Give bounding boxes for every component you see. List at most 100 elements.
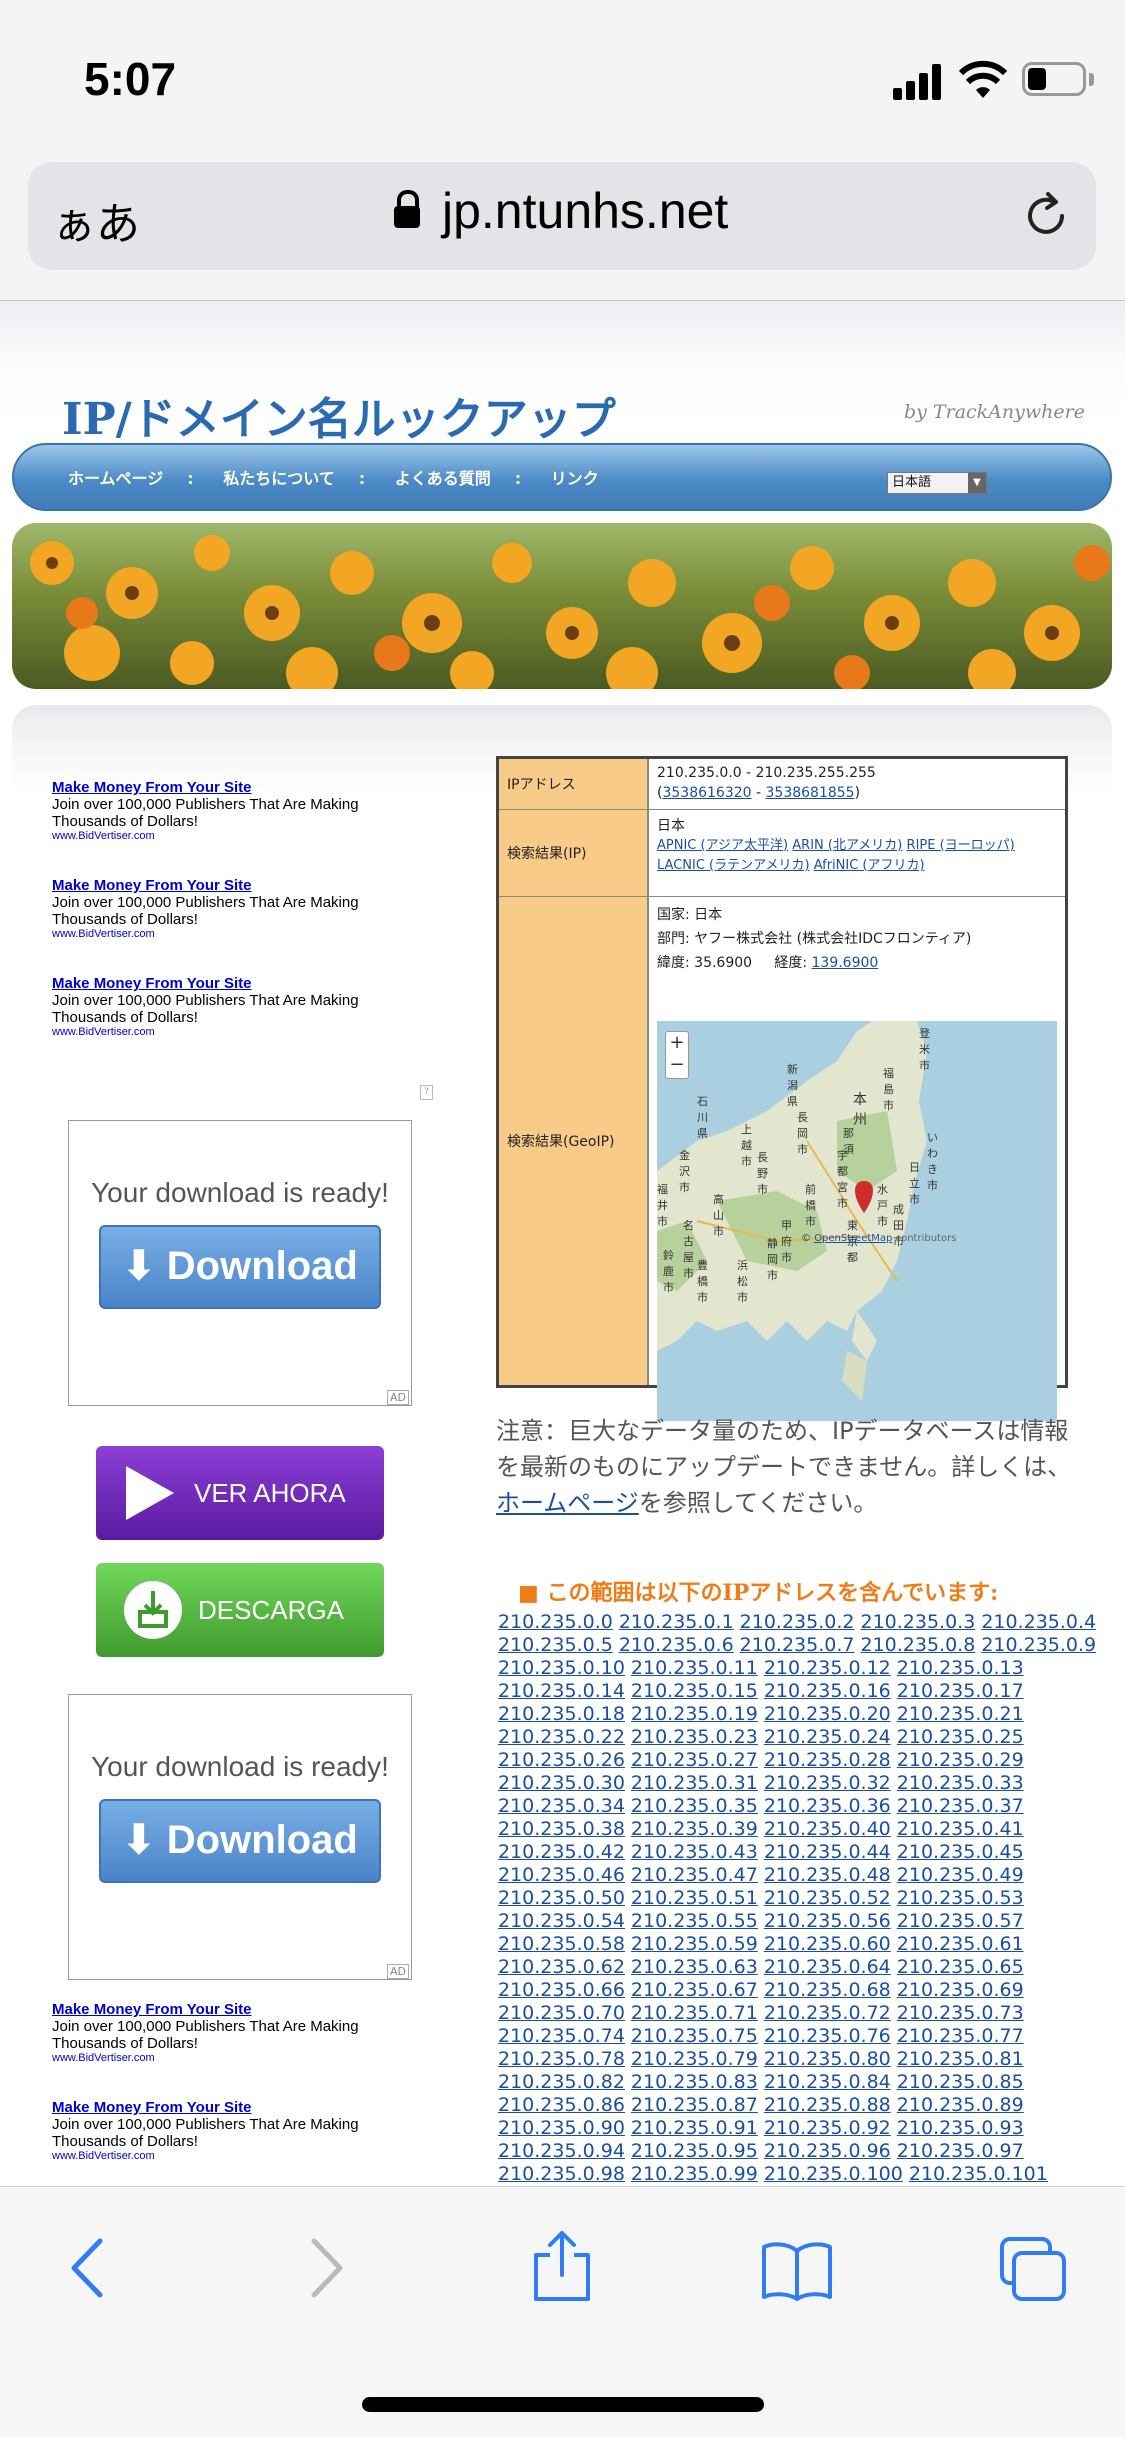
longitude-link[interactable]: 139.6900 — [812, 955, 879, 971]
ip-address-link[interactable]: 210.235.0.20 — [764, 1703, 891, 1725]
text-ad[interactable]: Make Money From Your Site Join over 100,… — [52, 877, 392, 940]
arin-link[interactable]: ARIN (北アメリカ) — [792, 838, 902, 853]
ip-address-link[interactable]: 210.235.0.43 — [631, 1841, 758, 1863]
ip-address-link[interactable]: 210.235.0.1 — [619, 1611, 734, 1633]
ip-address-link[interactable]: 210.235.0.21 — [897, 1703, 1024, 1725]
reload-icon[interactable] — [1018, 188, 1074, 244]
ad-url[interactable]: www.BidVertiser.com — [52, 2052, 392, 2064]
nav-links[interactable]: リンク — [551, 469, 599, 488]
ip-address-link[interactable]: 210.235.0.93 — [897, 2117, 1024, 2139]
ip-address-link[interactable]: 210.235.0.8 — [860, 1634, 975, 1656]
apnic-link[interactable]: APNIC (アジア太平洋) — [657, 838, 788, 853]
map-zoom-controls[interactable]: + − — [665, 1031, 689, 1079]
ip-address-link[interactable]: 210.235.0.89 — [897, 2094, 1024, 2116]
ip-address-link[interactable]: 210.235.0.95 — [631, 2140, 758, 2162]
ad-info-icon[interactable]: ? — [420, 1085, 433, 1100]
ip-address-link[interactable]: 210.235.0.86 — [498, 2094, 625, 2116]
ip-address-link[interactable]: 210.235.0.22 — [498, 1726, 625, 1748]
ip-address-link[interactable]: 210.235.0.30 — [498, 1772, 625, 1794]
ad-title[interactable]: Make Money From Your Site — [52, 975, 392, 992]
ip-address-link[interactable]: 210.235.0.39 — [631, 1818, 758, 1840]
nav-home[interactable]: ホームページ — [68, 469, 163, 488]
afrinic-link[interactable]: AfriNIC (アフリカ) — [814, 858, 925, 873]
ad-url[interactable]: www.BidVertiser.com — [52, 2150, 392, 2162]
ip-address-link[interactable]: 210.235.0.28 — [764, 1749, 891, 1771]
ip-address-link[interactable]: 210.235.0.45 — [897, 1841, 1024, 1863]
ip-address-link[interactable]: 210.235.0.77 — [897, 2025, 1024, 2047]
download-ad[interactable]: Your download is ready! ⬇ Download AD — [68, 1694, 412, 1980]
ip-address-link[interactable]: 210.235.0.48 — [764, 1864, 891, 1886]
ip-address-link[interactable]: 210.235.0.79 — [631, 2048, 758, 2070]
ip-address-link[interactable]: 210.235.0.96 — [764, 2140, 891, 2162]
ip-address-link[interactable]: 210.235.0.9 — [981, 1634, 1096, 1656]
ip-address-link[interactable]: 210.235.0.64 — [764, 1956, 891, 1978]
ip-address-link[interactable]: 210.235.0.4 — [981, 1611, 1096, 1633]
ip-address-link[interactable]: 210.235.0.26 — [498, 1749, 625, 1771]
ip-address-link[interactable]: 210.235.0.25 — [897, 1726, 1024, 1748]
share-icon[interactable] — [530, 2229, 594, 2303]
ip-address-link[interactable]: 210.235.0.74 — [498, 2025, 625, 2047]
download-button[interactable]: ⬇ Download — [99, 1799, 381, 1883]
ip-address-link[interactable]: 210.235.0.2 — [740, 1611, 855, 1633]
ip-address-link[interactable]: 210.235.0.3 — [860, 1611, 975, 1633]
ip-address-link[interactable]: 210.235.0.91 — [631, 2117, 758, 2139]
ip-address-link[interactable]: 210.235.0.61 — [897, 1933, 1024, 1955]
ip-address-link[interactable]: 210.235.0.34 — [498, 1795, 625, 1817]
ip-address-link[interactable]: 210.235.0.97 — [897, 2140, 1024, 2162]
ip-address-link[interactable]: 210.235.0.35 — [631, 1795, 758, 1817]
bookmarks-icon[interactable] — [760, 2241, 834, 2301]
ip-address-link[interactable]: 210.235.0.80 — [764, 2048, 891, 2070]
address-bar[interactable]: ぁあ jp.ntunhs.net — [28, 162, 1096, 270]
ad-url[interactable]: www.BidVertiser.com — [52, 1026, 392, 1038]
ripe-link[interactable]: RIPE (ヨーロッパ) — [907, 838, 1015, 853]
ip-address-link[interactable]: 210.235.0.16 — [764, 1680, 891, 1702]
ip-num-end-link[interactable]: 3538681855 — [766, 785, 855, 801]
ip-address-link[interactable]: 210.235.0.49 — [897, 1864, 1024, 1886]
text-ad[interactable]: Make Money From Your Site Join over 100,… — [52, 2099, 392, 2162]
text-ad[interactable]: Make Money From Your Site Join over 100,… — [52, 975, 392, 1038]
ip-address-link[interactable]: 210.235.0.14 — [498, 1680, 625, 1702]
ip-address-link[interactable]: 210.235.0.59 — [631, 1933, 758, 1955]
ip-address-link[interactable]: 210.235.0.83 — [631, 2071, 758, 2093]
tabs-icon[interactable] — [998, 2235, 1068, 2303]
ip-address-link[interactable]: 210.235.0.23 — [631, 1726, 758, 1748]
ip-address-link[interactable]: 210.235.0.101 — [909, 2163, 1048, 2185]
ad-title[interactable]: Make Money From Your Site — [52, 2001, 392, 2018]
ip-address-link[interactable]: 210.235.0.29 — [897, 1749, 1024, 1771]
homepage-link[interactable]: ホームページ — [496, 1489, 639, 1517]
text-ad[interactable]: Make Money From Your Site Join over 100,… — [52, 779, 392, 842]
ip-address-link[interactable]: 210.235.0.5 — [498, 1634, 613, 1656]
ip-address-link[interactable]: 210.235.0.0 — [498, 1611, 613, 1633]
nav-faq[interactable]: よくある質問 — [395, 469, 491, 488]
zoom-in-button[interactable]: + — [666, 1032, 688, 1054]
ip-address-link[interactable]: 210.235.0.98 — [498, 2163, 625, 2185]
ip-address-link[interactable]: 210.235.0.99 — [631, 2163, 758, 2185]
ip-address-link[interactable]: 210.235.0.73 — [897, 2002, 1024, 2024]
ip-address-link[interactable]: 210.235.0.50 — [498, 1887, 625, 1909]
ip-address-link[interactable]: 210.235.0.85 — [897, 2071, 1024, 2093]
zoom-out-button[interactable]: − — [666, 1054, 688, 1076]
ip-address-link[interactable]: 210.235.0.17 — [897, 1680, 1024, 1702]
ip-address-link[interactable]: 210.235.0.11 — [631, 1657, 758, 1679]
download-ad[interactable]: Your download is ready! ⬇ Download AD — [68, 1120, 412, 1406]
geo-map[interactable]: + − 福島市 本州 長岡市 上越市 いわき市 宇都宮市 長野市 金沢市 前橋市… — [657, 1021, 1057, 1421]
language-select[interactable]: 日本語 ▼ — [887, 472, 987, 494]
forward-icon[interactable] — [308, 2237, 348, 2299]
ip-address-link[interactable]: 210.235.0.75 — [631, 2025, 758, 2047]
ip-address-link[interactable]: 210.235.0.67 — [631, 1979, 758, 2001]
ip-address-link[interactable]: 210.235.0.88 — [764, 2094, 891, 2116]
nav-about[interactable]: 私たちについて — [223, 469, 335, 488]
ip-address-link[interactable]: 210.235.0.55 — [631, 1910, 758, 1932]
ip-address-link[interactable]: 210.235.0.31 — [631, 1772, 758, 1794]
ip-address-link[interactable]: 210.235.0.69 — [897, 1979, 1024, 2001]
ip-address-link[interactable]: 210.235.0.13 — [897, 1657, 1024, 1679]
ip-address-link[interactable]: 210.235.0.19 — [631, 1703, 758, 1725]
ip-address-link[interactable]: 210.235.0.38 — [498, 1818, 625, 1840]
lacnic-link[interactable]: LACNIC (ラテンアメリカ) — [657, 858, 810, 873]
ip-address-link[interactable]: 210.235.0.18 — [498, 1703, 625, 1725]
ip-address-link[interactable]: 210.235.0.81 — [897, 2048, 1024, 2070]
back-icon[interactable] — [66, 2237, 106, 2299]
descarga-button[interactable]: DESCARGA — [96, 1563, 384, 1657]
ip-address-link[interactable]: 210.235.0.78 — [498, 2048, 625, 2070]
ip-address-link[interactable]: 210.235.0.12 — [764, 1657, 891, 1679]
